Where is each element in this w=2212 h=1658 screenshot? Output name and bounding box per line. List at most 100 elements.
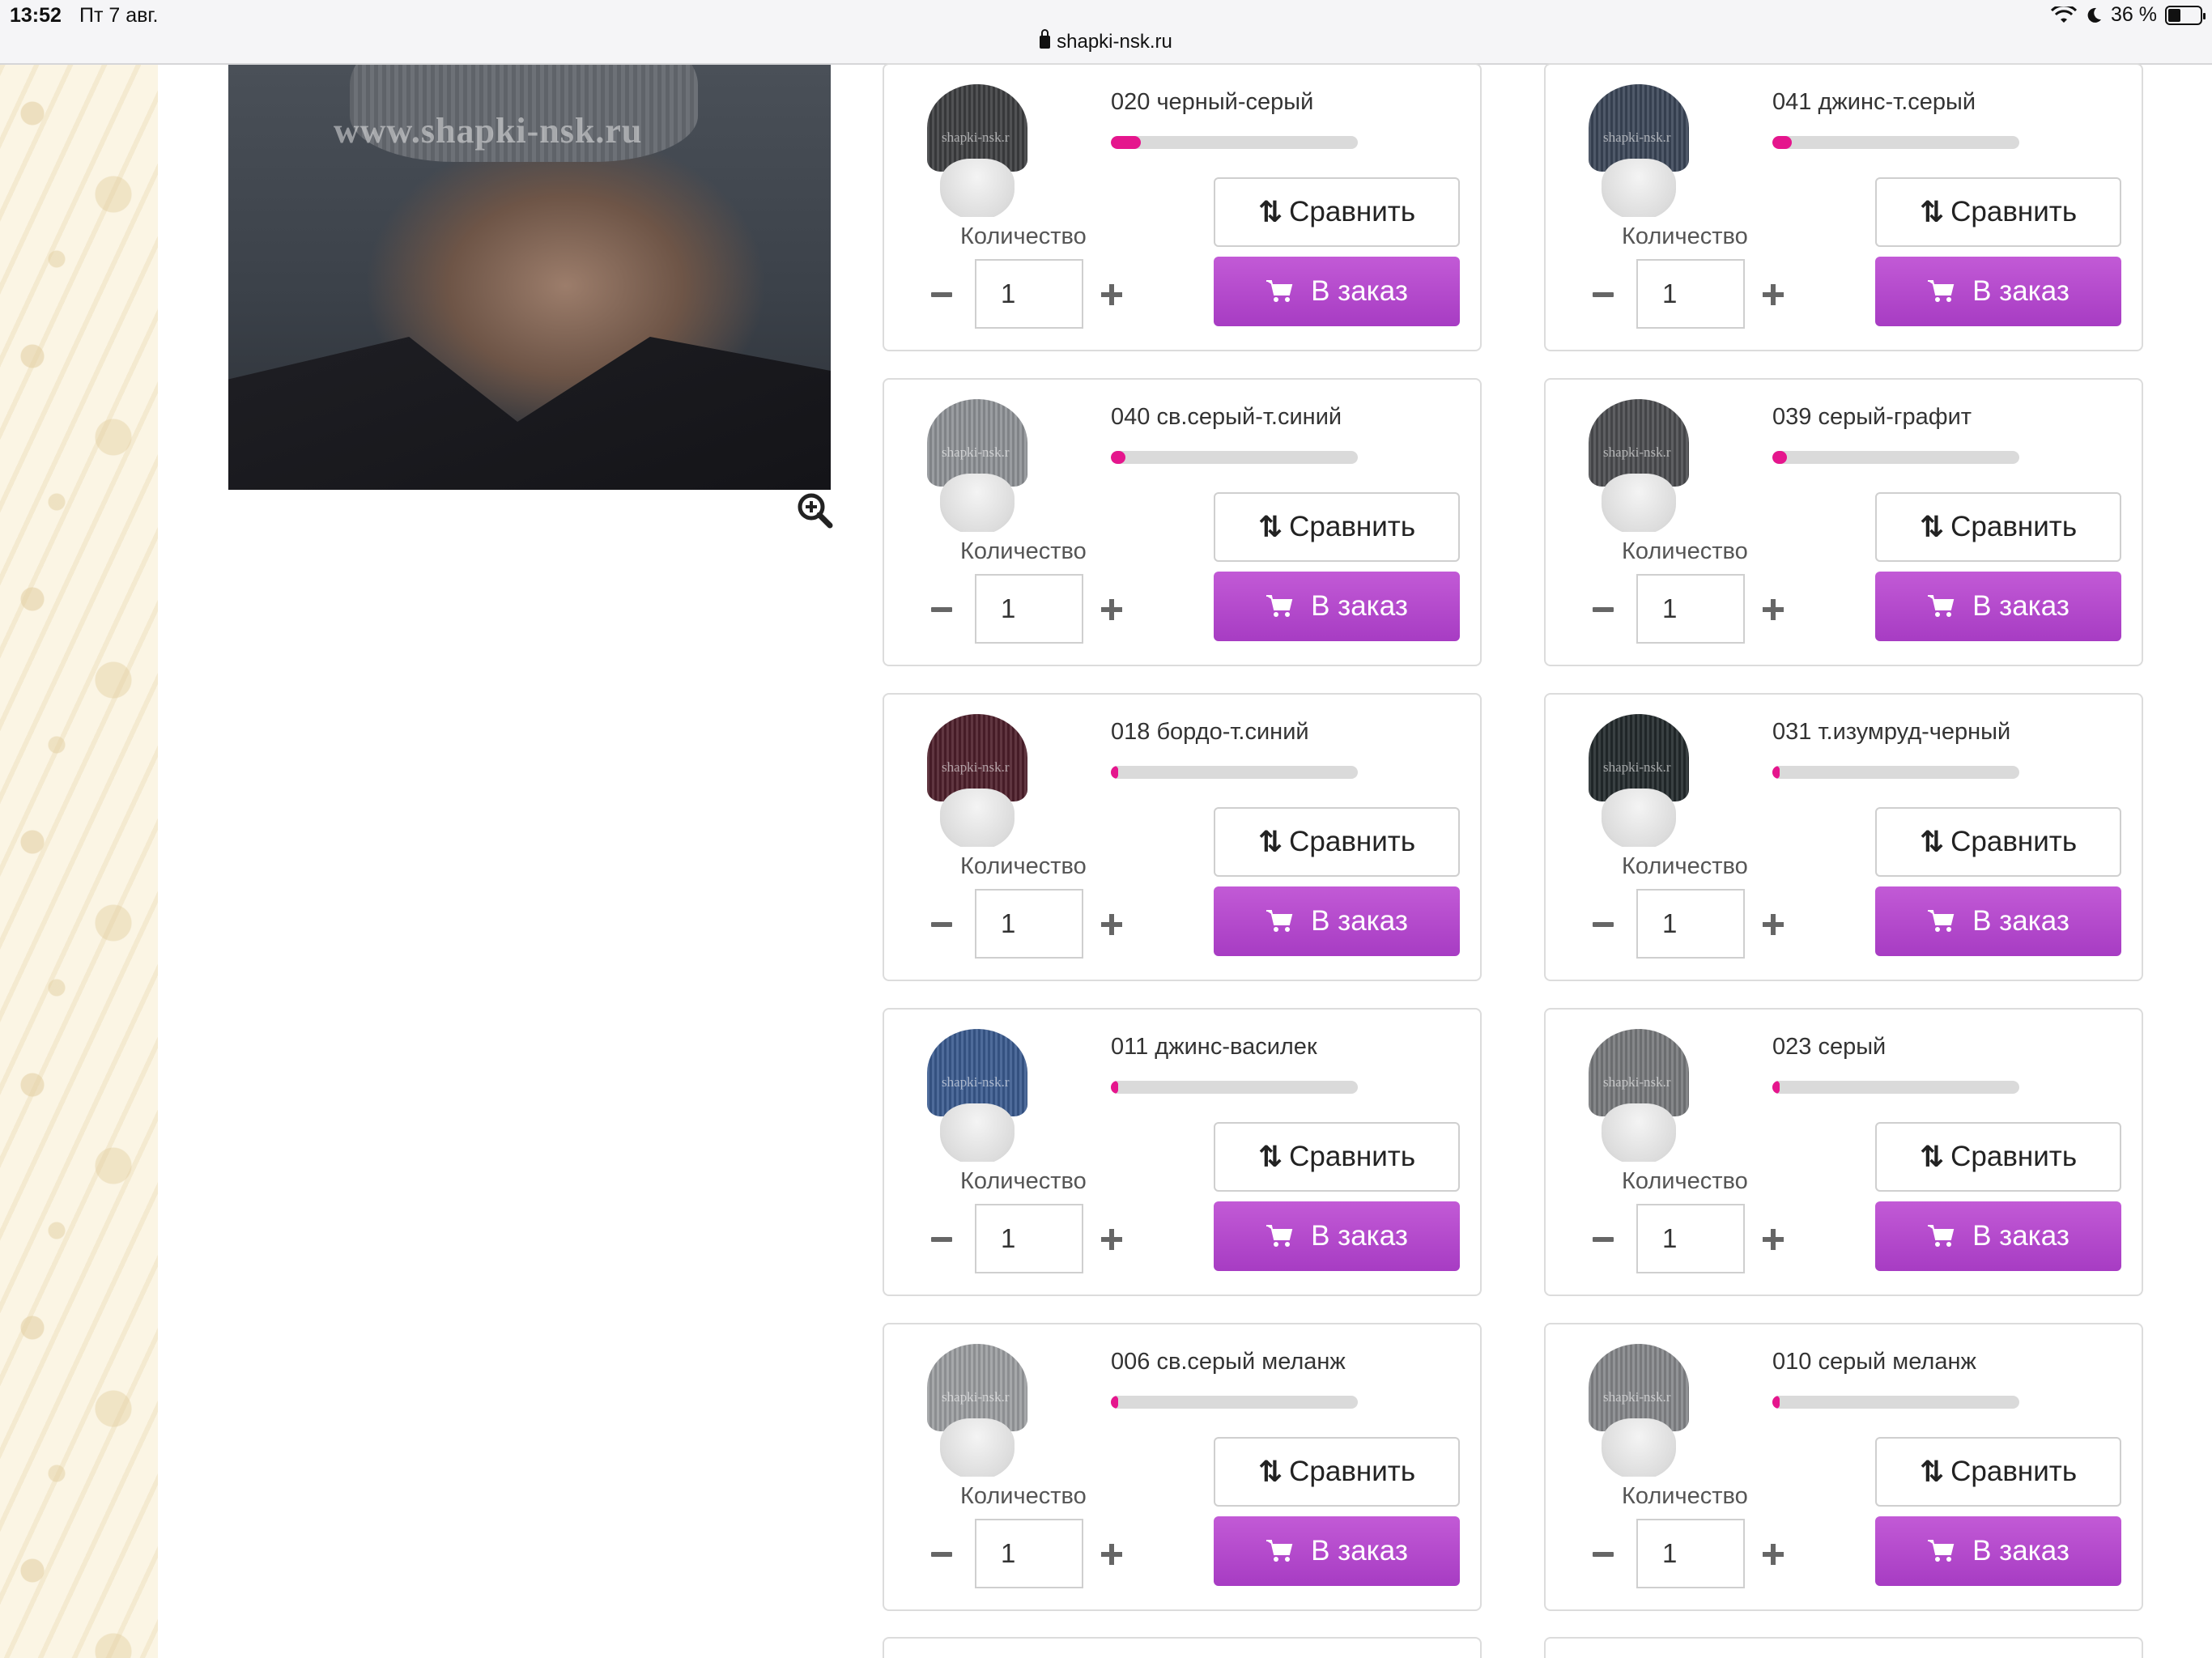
product-title[interactable]: 018 бордо-т.синий (1111, 719, 1309, 746)
compare-button[interactable]: ⇅ Сравнить (1214, 177, 1460, 247)
date: Пт 7 авг. (79, 4, 159, 27)
compare-button[interactable]: ⇅ Сравнить (1875, 1437, 2121, 1507)
quantity-increase-button[interactable] (1760, 282, 1786, 308)
stock-level-bar (1772, 136, 2019, 149)
product-title[interactable]: 040 св.серый-т.синий (1111, 404, 1342, 431)
thumbnail-watermark: shapki-nsk.r (1603, 444, 1671, 460)
product-thumbnail[interactable]: shapki-nsk.r (904, 1334, 1050, 1477)
quantity-decrease-button[interactable] (1590, 597, 1616, 623)
quantity-increase-button[interactable] (1099, 1226, 1125, 1252)
mannequin-head (1602, 1418, 1676, 1477)
quantity-decrease-button[interactable] (929, 912, 955, 937)
quantity-decrease-button[interactable] (929, 282, 955, 308)
sort-arrows-icon: ⇅ (1919, 510, 1945, 543)
product-title[interactable]: 041 джинс-т.серый (1772, 89, 1976, 116)
quantity-input[interactable]: 1 (1636, 1204, 1745, 1273)
product-title[interactable]: 006 св.серый меланж (1111, 1349, 1346, 1375)
coat-in-photo (228, 337, 831, 490)
add-to-order-button[interactable]: В заказ (1214, 1516, 1460, 1586)
quantity-decrease-button[interactable] (929, 597, 955, 623)
product-card: shapki-nsk.r 031 т.изумруд-черный Количе… (1544, 693, 2143, 981)
quantity-decrease-button[interactable] (1590, 282, 1616, 308)
quantity-input[interactable]: 1 (975, 889, 1083, 959)
add-to-order-button[interactable]: В заказ (1214, 886, 1460, 956)
compare-button[interactable]: ⇅ Сравнить (1875, 807, 2121, 877)
product-thumbnail[interactable]: shapki-nsk.r (1566, 1334, 1712, 1477)
quantity-increase-button[interactable] (1099, 912, 1125, 937)
product-thumbnail[interactable]: shapki-nsk.r (1566, 704, 1712, 847)
address-bar[interactable]: shapki-nsk.ru (0, 29, 2212, 53)
add-to-order-button[interactable]: В заказ (1875, 1516, 2121, 1586)
add-to-order-button[interactable]: В заказ (1875, 886, 2121, 956)
order-label: В заказ (1311, 1535, 1408, 1567)
product-title[interactable]: 031 т.изумруд-черный (1772, 719, 2010, 746)
quantity-increase-button[interactable] (1760, 1541, 1786, 1567)
quantity-increase-button[interactable] (1760, 597, 1786, 623)
product-thumbnail[interactable]: shapki-nsk.r (904, 74, 1050, 217)
zoom-in-icon[interactable] (796, 491, 833, 529)
product-thumbnail[interactable]: shapki-nsk.r (904, 389, 1050, 532)
add-to-order-button[interactable]: В заказ (1875, 572, 2121, 641)
quantity-decrease-button[interactable] (1590, 912, 1616, 937)
product-thumbnail[interactable]: shapki-nsk.r (1566, 1019, 1712, 1162)
quantity-input[interactable]: 1 (975, 1519, 1083, 1588)
compare-button[interactable]: ⇅ Сравнить (1875, 1122, 2121, 1192)
compare-button[interactable]: ⇅ Сравнить (1214, 492, 1460, 562)
quantity-input[interactable]: 1 (1636, 1519, 1745, 1588)
product-thumbnail[interactable]: shapki-nsk.r (904, 704, 1050, 847)
quantity-input[interactable]: 1 (975, 259, 1083, 329)
add-to-order-button[interactable]: В заказ (1214, 572, 1460, 641)
decorative-background (0, 65, 158, 1658)
thumbnail-watermark: shapki-nsk.r (942, 1389, 1010, 1405)
add-to-order-button[interactable]: В заказ (1875, 257, 2121, 326)
product-title[interactable]: 011 джинс-василек (1111, 1034, 1317, 1061)
quantity-input[interactable]: 1 (1636, 889, 1745, 959)
product-card: shapki-nsk.r 018 бордо-т.синий Количеств… (883, 693, 1482, 981)
quantity-input[interactable]: 1 (975, 574, 1083, 644)
thumbnail-watermark: shapki-nsk.r (942, 130, 1010, 145)
add-to-order-button[interactable]: В заказ (1214, 1201, 1460, 1271)
product-title[interactable]: 020 черный-серый (1111, 89, 1313, 116)
add-to-order-button[interactable]: В заказ (1214, 257, 1460, 326)
thumbnail-watermark: shapki-nsk.r (942, 444, 1010, 460)
quantity-increase-button[interactable] (1760, 912, 1786, 937)
compare-button[interactable]: ⇅ Сравнить (1214, 807, 1460, 877)
product-title[interactable]: 039 серый-графит (1772, 404, 1972, 431)
quantity-label: Количество (1622, 853, 1748, 879)
quantity-increase-button[interactable] (1099, 282, 1125, 308)
compare-button[interactable]: ⇅ Сравнить (1875, 492, 2121, 562)
compare-label: Сравнить (1950, 511, 2078, 542)
quantity-input[interactable]: 1 (1636, 574, 1745, 644)
quantity-label: Количество (960, 538, 1087, 564)
product-thumbnail[interactable]: shapki-nsk.r (904, 1019, 1050, 1162)
quantity-input[interactable]: 1 (1636, 259, 1745, 329)
add-to-order-button[interactable]: В заказ (1875, 1201, 2121, 1271)
quantity-decrease-button[interactable] (1590, 1226, 1616, 1252)
quantity-label: Количество (1622, 538, 1748, 564)
product-title[interactable]: 010 серый меланж (1772, 1349, 1976, 1375)
quantity-increase-button[interactable] (1099, 597, 1125, 623)
compare-button[interactable]: ⇅ Сравнить (1875, 177, 2121, 247)
thumbnail-watermark: shapki-nsk.r (1603, 1389, 1671, 1405)
quantity-input[interactable]: 1 (975, 1204, 1083, 1273)
quantity-increase-button[interactable] (1760, 1226, 1786, 1252)
compare-button[interactable]: ⇅ Сравнить (1214, 1122, 1460, 1192)
sort-arrows-icon: ⇅ (1257, 825, 1283, 858)
product-title[interactable]: 023 серый (1772, 1034, 1886, 1061)
photo-watermark: www.shapki-nsk.ru (334, 111, 643, 151)
quantity-decrease-button[interactable] (929, 1226, 955, 1252)
order-label: В заказ (1972, 590, 2069, 622)
product-thumbnail[interactable]: shapki-nsk.r (1566, 74, 1712, 217)
stock-level-bar (1111, 1081, 1358, 1094)
product-main-photo[interactable]: www.shapki-nsk.ru (228, 65, 831, 490)
quantity-decrease-button[interactable] (1590, 1541, 1616, 1567)
compare-button[interactable]: ⇅ Сравнить (1214, 1437, 1460, 1507)
product-card: shapki-nsk.r 023 серый Количество 1 ⇅ Ср… (1544, 1008, 2143, 1296)
sort-arrows-icon: ⇅ (1919, 1140, 1945, 1173)
product-thumbnail[interactable]: shapki-nsk.r (1566, 389, 1712, 532)
thumbnail-watermark: shapki-nsk.r (1603, 759, 1671, 775)
product-card-partial (883, 1637, 1482, 1658)
quantity-decrease-button[interactable] (929, 1541, 955, 1567)
quantity-increase-button[interactable] (1099, 1541, 1125, 1567)
compare-label: Сравнить (1950, 826, 2078, 857)
